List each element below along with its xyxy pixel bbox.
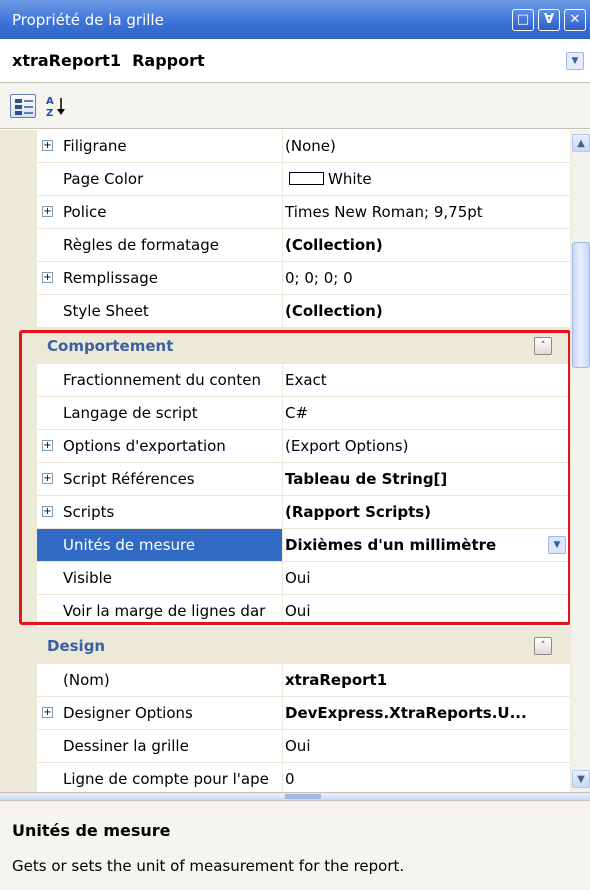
property-row-langage-script[interactable]: Langage de script C# xyxy=(37,397,570,430)
property-name: Script Références xyxy=(37,463,283,495)
property-name: Dessiner la grille xyxy=(37,730,283,762)
property-row-dessiner-grille[interactable]: Dessiner la grille Oui xyxy=(37,730,570,763)
category-design[interactable]: Design ˄ xyxy=(0,628,570,664)
sort-az-icon[interactable]: A Z xyxy=(44,94,68,119)
property-name: Options d'exportation xyxy=(37,430,283,462)
property-value[interactable]: 0; 0; 0; 0 xyxy=(285,262,570,294)
property-row-regles-formatage[interactable]: Règles de formatage (Collection) xyxy=(37,229,570,262)
property-name: Visible xyxy=(37,562,283,594)
property-row-options-exportation[interactable]: + Options d'exportation (Export Options) xyxy=(37,430,570,463)
property-row-filigrane[interactable]: + Filigrane (None) xyxy=(37,130,570,163)
pin-icon[interactable]: Ɐ xyxy=(538,8,560,31)
property-value[interactable]: Oui xyxy=(285,562,570,594)
description-title: Unités de mesure xyxy=(12,821,171,840)
property-value[interactable]: Dixièmes d'un millimètre xyxy=(285,529,570,561)
collapse-icon[interactable]: ˄ xyxy=(534,337,552,355)
splitter-grip[interactable] xyxy=(285,794,321,799)
property-row-style-sheet[interactable]: Style Sheet (Collection) xyxy=(37,295,570,328)
chevron-down-icon[interactable]: ▼ xyxy=(548,536,566,554)
property-value[interactable]: Times New Roman; 9,75pt xyxy=(285,196,570,228)
property-value[interactable]: DevExpress.XtraReports.U... xyxy=(285,697,570,729)
property-value[interactable]: (None) xyxy=(285,130,570,162)
property-row-visible[interactable]: Visible Oui xyxy=(37,562,570,595)
property-value[interactable]: (Export Options) xyxy=(285,430,570,462)
property-grid: + Filigrane (None) Page Color White + Po… xyxy=(0,130,570,792)
property-row-scripts[interactable]: + Scripts (Rapport Scripts) xyxy=(37,496,570,529)
property-value[interactable]: (Rapport Scripts) xyxy=(285,496,570,528)
property-value[interactable]: (Collection) xyxy=(285,295,570,327)
property-row-ligne-compte[interactable]: Ligne de compte pour l'ape 0 xyxy=(37,763,570,792)
collapse-icon[interactable]: ˄ xyxy=(534,637,552,655)
property-name: Page Color xyxy=(37,163,283,195)
property-value-color[interactable]: White xyxy=(285,163,570,195)
property-row-voir-marge[interactable]: Voir la marge de lignes dar Oui xyxy=(37,595,570,628)
property-name: Règles de formatage xyxy=(37,229,283,261)
object-selector[interactable]: xtraReport1 Rapport ▼ xyxy=(0,39,590,83)
property-name: Unités de mesure xyxy=(37,529,283,561)
property-row-nom[interactable]: (Nom) xtraReport1 xyxy=(37,664,570,697)
property-name: Filigrane xyxy=(37,130,283,162)
scroll-thumb[interactable] xyxy=(572,242,590,368)
property-row-script-references[interactable]: + Script Références Tableau de String[] xyxy=(37,463,570,496)
property-name: Style Sheet xyxy=(37,295,283,327)
property-value[interactable]: (Collection) xyxy=(285,229,570,261)
property-row-page-color[interactable]: Page Color White xyxy=(37,163,570,196)
color-value: White xyxy=(328,170,372,188)
category-comportement[interactable]: Comportement ˄ xyxy=(0,328,570,364)
description-text: Gets or sets the unit of measurement for… xyxy=(12,857,405,875)
title-bar: Propriété de la grille □ Ɐ ✕ xyxy=(0,0,590,39)
property-row-fractionnement[interactable]: Fractionnement du conten Exact xyxy=(37,364,570,397)
property-value[interactable]: Exact xyxy=(285,364,570,396)
property-value[interactable]: Oui xyxy=(285,730,570,762)
property-row-designer-options[interactable]: + Designer Options DevExpress.XtraReport… xyxy=(37,697,570,730)
property-name: (Nom) xyxy=(37,664,283,696)
property-grid-window: Propriété de la grille □ Ɐ ✕ xtraReport1… xyxy=(0,0,590,890)
svg-text:A: A xyxy=(46,96,54,107)
close-icon[interactable]: ✕ xyxy=(564,8,586,31)
property-name: Ligne de compte pour l'ape xyxy=(37,763,283,792)
property-value[interactable]: C# xyxy=(285,397,570,429)
property-value[interactable]: 0 xyxy=(285,763,570,792)
vertical-scrollbar[interactable]: ▲ ▼ xyxy=(570,130,590,792)
description-panel: Unités de mesure Gets or sets the unit o… xyxy=(0,800,590,890)
property-row-remplissage[interactable]: + Remplissage 0; 0; 0; 0 xyxy=(37,262,570,295)
property-name: Scripts xyxy=(37,496,283,528)
scroll-down-icon[interactable]: ▼ xyxy=(572,770,590,788)
categorized-icon[interactable] xyxy=(10,93,36,118)
property-name: Police xyxy=(37,196,283,228)
grid-toolbar: A Z xyxy=(0,83,590,129)
property-value[interactable]: Oui xyxy=(285,595,570,627)
property-value[interactable]: Tableau de String[] xyxy=(285,463,570,495)
object-selector-value: xtraReport1 Rapport xyxy=(12,51,205,70)
float-window-icon[interactable]: □ xyxy=(512,8,534,31)
color-swatch xyxy=(289,172,324,185)
property-value[interactable]: xtraReport1 xyxy=(285,664,570,696)
category-title: Design xyxy=(47,637,106,655)
category-title: Comportement xyxy=(47,337,174,355)
splitter[interactable] xyxy=(0,792,590,800)
property-name: Voir la marge de lignes dar xyxy=(37,595,283,627)
property-name: Designer Options xyxy=(37,697,283,729)
scroll-up-icon[interactable]: ▲ xyxy=(572,134,590,152)
chevron-down-icon[interactable]: ▼ xyxy=(566,51,584,70)
property-name: Langage de script xyxy=(37,397,283,429)
property-name: Fractionnement du conten xyxy=(37,364,283,396)
svg-text:Z: Z xyxy=(46,108,53,118)
grid-gutter xyxy=(0,130,37,792)
property-row-unites-mesure[interactable]: Unités de mesure Dixièmes d'un millimètr… xyxy=(37,529,570,562)
property-name: Remplissage xyxy=(37,262,283,294)
window-title: Propriété de la grille xyxy=(12,10,164,29)
property-row-police[interactable]: + Police Times New Roman; 9,75pt xyxy=(37,196,570,229)
